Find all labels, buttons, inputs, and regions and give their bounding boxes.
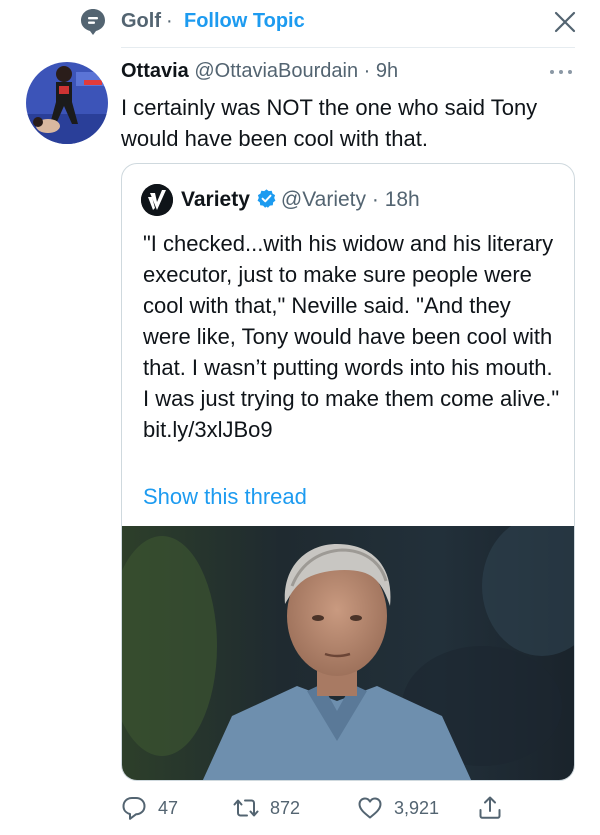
share-button[interactable] [477, 790, 503, 826]
quoted-author-handle[interactable]: @Variety [281, 188, 366, 211]
close-icon[interactable] [553, 10, 577, 34]
show-thread-link[interactable]: Show this thread [143, 484, 307, 510]
reply-count: 47 [158, 797, 179, 818]
follow-topic-button[interactable]: Follow Topic [184, 10, 305, 33]
tweet-actions: 47 872 3,921 [121, 790, 575, 826]
verified-badge-icon [257, 189, 276, 208]
more-options-icon[interactable] [547, 64, 575, 80]
author-handle[interactable]: @OttaviaBourdain [194, 60, 358, 82]
heart-icon [358, 797, 382, 819]
topic-name[interactable]: Golf [121, 10, 161, 33]
quoted-tweet-text: "I checked...with his widow and his lite… [143, 231, 560, 442]
reply-icon [122, 797, 146, 820]
tweet-separator: · [363, 60, 371, 82]
divider [121, 47, 575, 48]
tweet-timestamp[interactable]: 9h [376, 60, 398, 82]
quoted-tweet-photo[interactable] [122, 516, 574, 780]
retweet-icon [233, 799, 259, 817]
like-count: 3,921 [394, 797, 440, 818]
share-icon [479, 796, 501, 819]
reply-button[interactable]: 47 [121, 790, 178, 826]
topic-header: Golf · Follow Topic [0, 0, 600, 46]
retweet-count: 872 [270, 797, 301, 818]
topic-icon [81, 9, 105, 35]
quoted-tweet-header: Variety @Variety · 18h [181, 188, 420, 212]
quoted-tweet-card[interactable]: Variety @Variety · 18h "I checked...with… [121, 163, 575, 781]
like-button[interactable]: 3,921 [357, 790, 439, 826]
topic-separator: · [166, 10, 173, 32]
retweet-button[interactable]: 872 [233, 790, 300, 826]
quoted-tweet-timestamp[interactable]: 18h [385, 188, 420, 211]
quoted-author-name[interactable]: Variety [181, 188, 250, 211]
tweet-text: I certainly was NOT the one who said Ton… [121, 95, 538, 151]
tweet-header: Ottavia @OttaviaBourdain · 9h [121, 60, 398, 83]
author-name[interactable]: Ottavia [121, 60, 189, 82]
quoted-tweet-separator: · [371, 188, 379, 211]
avatar[interactable] [26, 62, 108, 144]
variety-logo-avatar [141, 184, 173, 216]
